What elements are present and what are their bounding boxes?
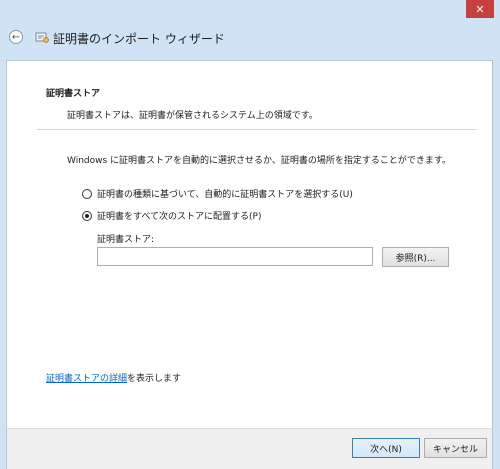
store-details-link[interactable]: 証明書ストアの詳細 (46, 374, 127, 384)
close-button[interactable]: ✕ (466, 0, 494, 18)
radio-button[interactable] (82, 188, 92, 199)
certificate-icon (35, 32, 49, 43)
back-arrow-icon: ← (11, 31, 21, 43)
cancel-button[interactable]: キャンセル (424, 438, 487, 458)
close-icon: ✕ (475, 2, 485, 16)
page-header: 証明書ストア 証明書ストアは、証明書が保管されるシステム上の領域です。 (7, 61, 492, 125)
radio-label: 証明書の種類に基づいて、自動的に証明書ストアを選択する(U) (97, 190, 353, 200)
back-button[interactable]: ← (9, 30, 23, 44)
radio-label: 証明書をすべて次のストアに配置する(P) (97, 212, 262, 222)
link-suffix: を表示します (127, 374, 182, 384)
radio-place-all[interactable]: 証明書をすべて次のストアに配置する(P) (82, 209, 261, 222)
next-button[interactable]: 次へ(N) (352, 438, 420, 458)
page-description: 証明書ストアは、証明書が保管されるシステム上の領域です。 (67, 111, 318, 121)
wizard-window: ✕ ← 証明書のインポート ウィザード 証明書ストア 証明書ストアは、証明書が保… (0, 0, 500, 469)
wizard-footer: 次へ(N) キャンセル (6, 428, 493, 469)
wizard-content: 証明書ストア 証明書ストアは、証明書が保管されるシステム上の領域です。 Wind… (6, 60, 493, 429)
radio-button-selected[interactable] (82, 210, 92, 221)
intro-text: Windows に証明書ストアを自動的に選択させるか、証明書の場所を指定すること… (67, 156, 451, 166)
window-title: 証明書のインポート ウィザード (53, 32, 225, 46)
store-input[interactable] (97, 247, 373, 266)
page-title: 証明書ストア (46, 89, 101, 99)
store-field-label: 証明書ストア: (97, 235, 155, 245)
radio-auto-select[interactable]: 証明書の種類に基づいて、自動的に証明書ストアを選択する(U) (82, 187, 353, 200)
title-bar: ← 証明書のインポート ウィザード (0, 22, 500, 56)
browse-button[interactable]: 参照(R)... (382, 247, 449, 267)
details-link-row: 証明書ストアの詳細を表示します (46, 371, 181, 384)
header-divider (37, 129, 476, 130)
